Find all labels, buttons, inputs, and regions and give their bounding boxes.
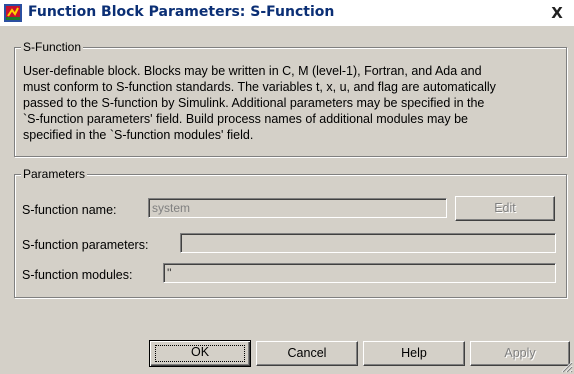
sfunction-parameters-label: S-function parameters:: [22, 238, 149, 252]
ok-button-label: OK: [190, 345, 210, 359]
window-title: Function Block Parameters: S-Function: [28, 4, 335, 20]
sfunction-modules-label: S-function modules:: [22, 268, 133, 282]
simulink-block-icon: [4, 4, 22, 22]
apply-button[interactable]: Apply: [470, 341, 570, 366]
description-line: passed to the S-function by Simulink. Ad…: [23, 96, 485, 110]
apply-button-label: Apply: [504, 346, 536, 360]
close-icon[interactable]: X: [546, 3, 568, 23]
title-bar[interactable]: Function Block Parameters: S-Function X: [0, 0, 574, 26]
sfunction-name-label: S-function name:: [22, 203, 117, 217]
edit-button[interactable]: Edit: [455, 196, 555, 221]
ok-button[interactable]: OK: [149, 340, 251, 367]
help-button-label: Help: [401, 346, 427, 360]
description-line: `S-function parameters' field. Build pro…: [23, 112, 468, 126]
description-line: specified in the `S-function modules' fi…: [23, 128, 254, 142]
resize-grip-icon[interactable]: [561, 361, 573, 373]
help-button[interactable]: Help: [363, 341, 465, 366]
sfunction-group: S-Function User-definable block. Blocks …: [14, 40, 567, 157]
sfunction-parameters-field[interactable]: [180, 233, 556, 253]
sfunction-name-field[interactable]: system: [148, 198, 447, 218]
sfunction-group-legend: S-Function: [21, 40, 84, 54]
cancel-button[interactable]: Cancel: [256, 341, 358, 366]
description-line: must conform to S-function standards. Th…: [23, 80, 496, 94]
parameters-group-legend: Parameters: [21, 167, 88, 181]
description-line: User-definable block. Blocks may be writ…: [23, 64, 482, 78]
dialog-window: Function Block Parameters: S-Function X …: [0, 0, 574, 374]
sfunction-modules-field[interactable]: '': [163, 263, 556, 283]
block-description: User-definable block. Blocks may be writ…: [23, 63, 563, 143]
cancel-button-label: Cancel: [287, 346, 327, 360]
